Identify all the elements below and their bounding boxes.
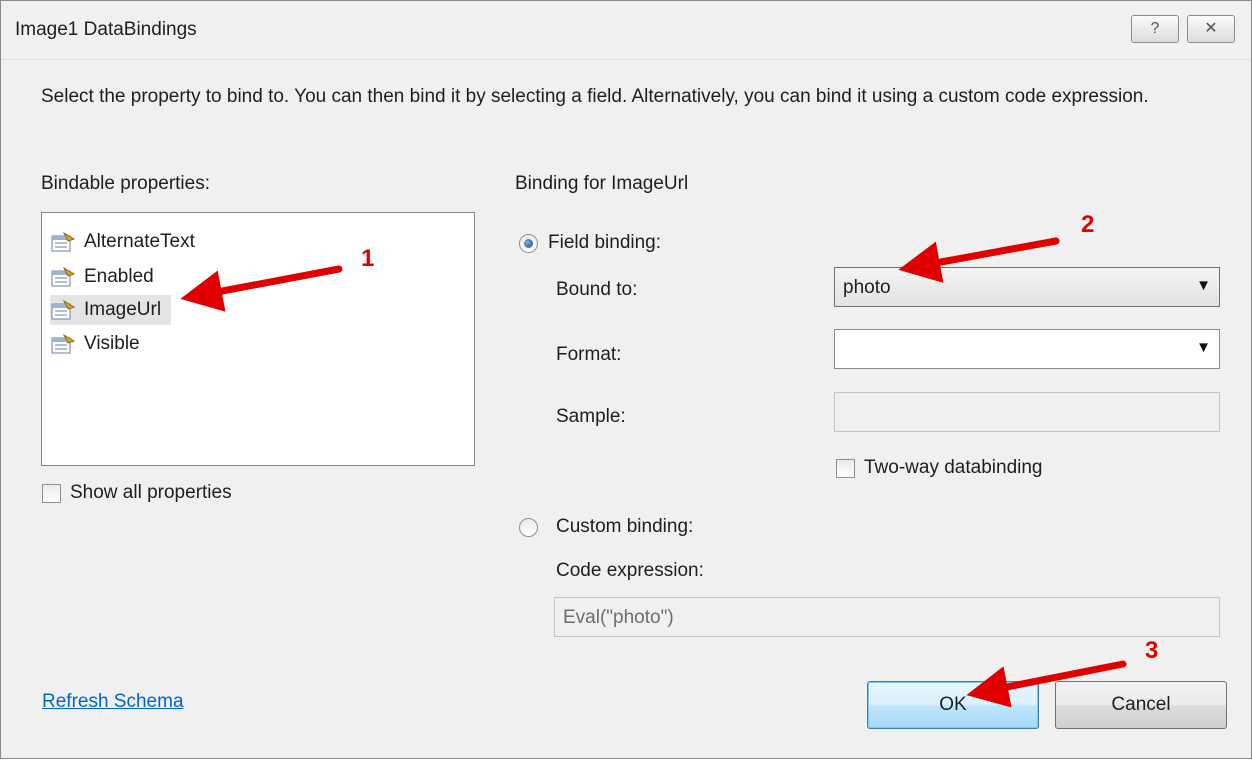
databindings-dialog: Image1 DataBindings ? ✕ Select the prope…	[0, 0, 1252, 759]
annotation-arrows	[180, 237, 1127, 708]
annotation-arrow-2	[898, 237, 1060, 283]
annotation-arrow-3	[966, 660, 1127, 708]
annotation-arrow-1	[180, 265, 343, 312]
